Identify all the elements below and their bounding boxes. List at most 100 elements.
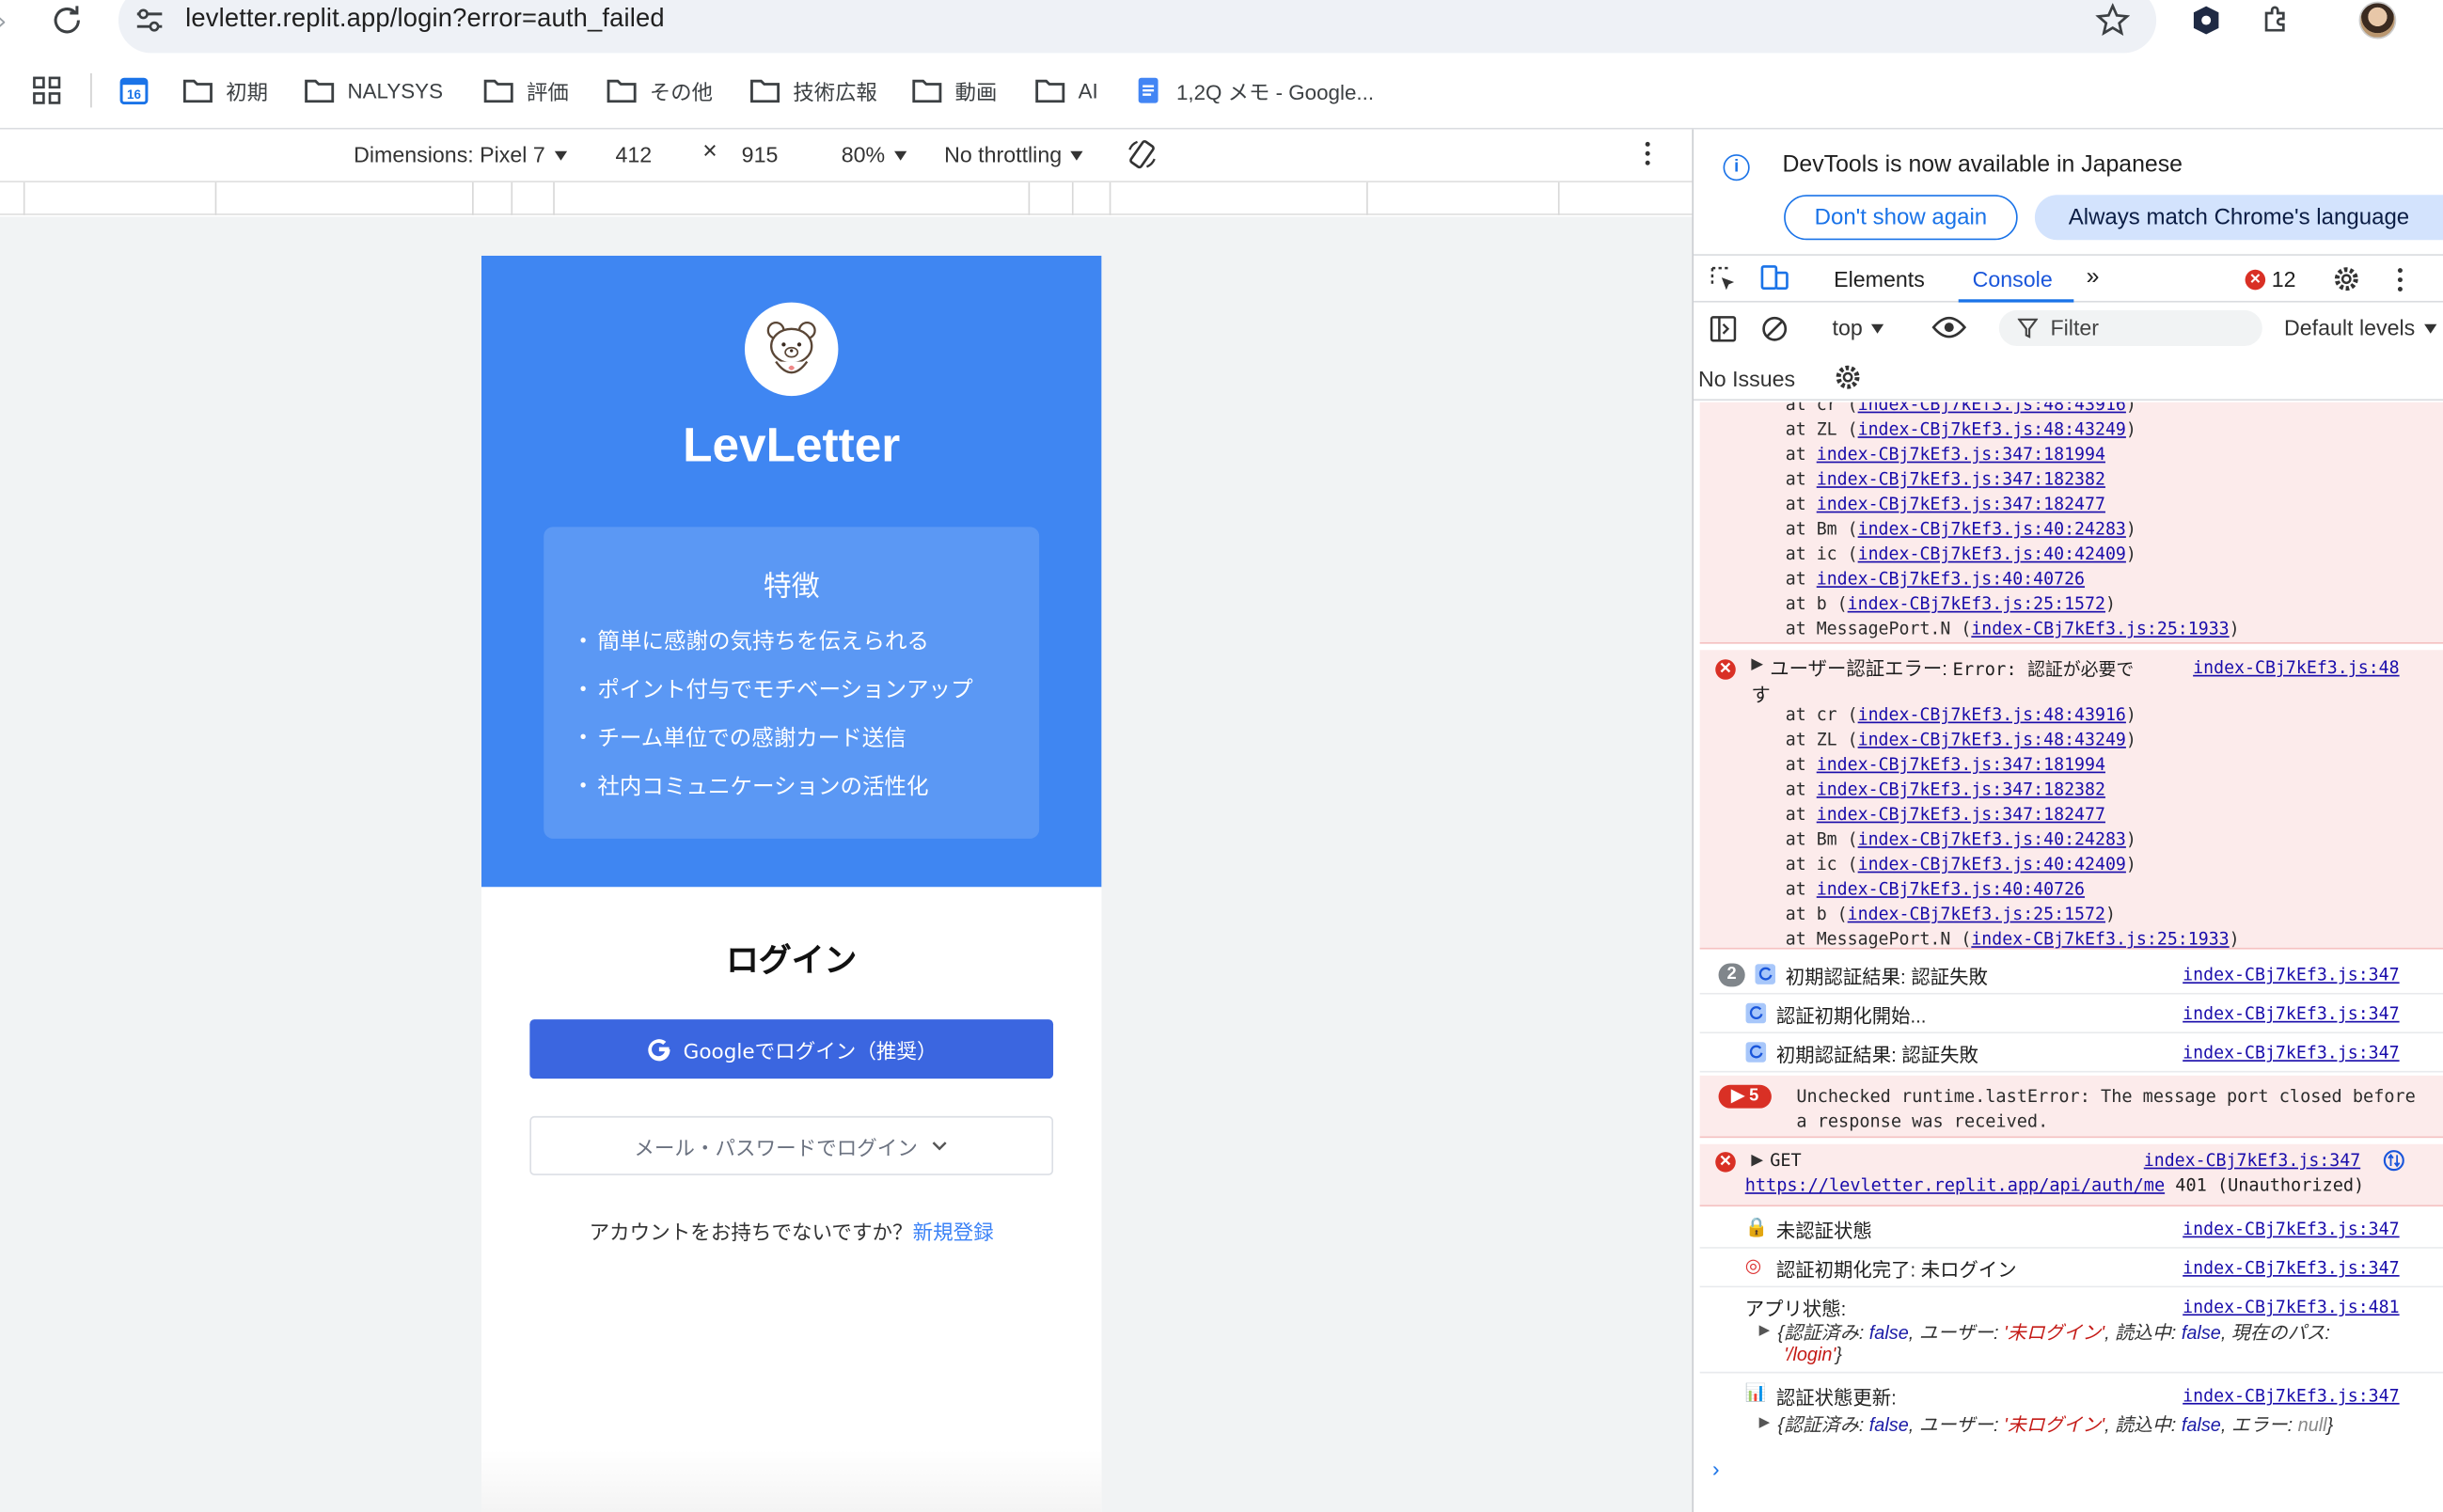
stack-frame-link[interactable]: index-CBj7kEf3.js:347:182382 bbox=[1817, 780, 2105, 800]
bookmark-folder-douga[interactable]: 動画 bbox=[911, 73, 997, 107]
tab-elements[interactable]: Elements bbox=[1834, 266, 1925, 291]
bookmark-folder-sonota[interactable]: その他 bbox=[607, 73, 713, 107]
extensions-puzzle-icon[interactable] bbox=[2259, 3, 2293, 37]
bookmark-label: NALYSYS bbox=[347, 78, 444, 102]
back-icon[interactable]: › bbox=[0, 7, 7, 36]
always-match-language-button[interactable]: Always match Chrome's language bbox=[2034, 195, 2443, 241]
bookmark-folder-nalysys[interactable]: NALYSYS bbox=[304, 73, 443, 107]
width-input[interactable]: 412 bbox=[615, 142, 652, 167]
runtime-error-line[interactable]: Unchecked runtime.lastError: The message… bbox=[1796, 1086, 2415, 1107]
stack-frame-link[interactable]: index-CBj7kEf3.js:25:1572 bbox=[1848, 594, 2105, 615]
source-link[interactable]: index-CBj7kEf3.js:481 bbox=[2183, 1297, 2399, 1317]
device-select[interactable]: Dimensions: Pixel 7 bbox=[354, 142, 568, 166]
sidebar-toggle-icon[interactable] bbox=[1710, 315, 1738, 343]
stack-frame-link[interactable]: index-CBj7kEf3.js:347:182382 bbox=[1817, 469, 2105, 490]
site-info-icon[interactable] bbox=[134, 7, 165, 35]
height-input[interactable]: 915 bbox=[742, 142, 779, 167]
issues-bar: No Issues bbox=[1694, 354, 2443, 402]
stack-frame-link[interactable]: index-CBj7kEf3.js:25:1933 bbox=[1971, 619, 2229, 639]
log-levels-select[interactable]: Default levels bbox=[2284, 315, 2437, 339]
bookmark-folder-hyoka[interactable]: 評価 bbox=[483, 73, 569, 107]
stack-frame-link[interactable]: index-CBj7kEf3.js:48:43916 bbox=[1858, 402, 2126, 415]
more-tabs-icon[interactable]: » bbox=[2087, 263, 2100, 290]
tab-console[interactable]: Console bbox=[1973, 266, 2053, 291]
log-text[interactable]: 認証初期化開始... bbox=[1776, 1000, 1927, 1029]
bookmark-google-docs[interactable]: 1,2Q メモ - Google... bbox=[1133, 73, 1374, 107]
google-login-button[interactable]: Googleでログイン（推奨） bbox=[529, 1019, 1054, 1079]
log-text[interactable]: 初期認証結果: 認証失敗 bbox=[1776, 1040, 1978, 1068]
object-key: 現在のパス bbox=[2230, 1321, 2325, 1344]
stack-frame-link[interactable]: index-CBj7kEf3.js:347:182477 bbox=[1817, 804, 2105, 825]
live-expression-eye-icon[interactable] bbox=[1931, 315, 1966, 340]
request-url[interactable]: https://levletter.replit.app/api/auth/me bbox=[1745, 1175, 2165, 1196]
network-request-icon[interactable] bbox=[2382, 1149, 2405, 1173]
source-link[interactable]: index-CBj7kEf3.js:48 bbox=[2193, 658, 2399, 679]
signup-prompt: アカウントをお持ちでないですか？ bbox=[589, 1221, 913, 1246]
stack-frame-link[interactable]: index-CBj7kEf3.js:40:42409 bbox=[1858, 854, 2126, 874]
source-link[interactable]: index-CBj7kEf3.js:347 bbox=[2183, 1043, 2399, 1063]
stack-frame-link[interactable]: index-CBj7kEf3.js:347:181994 bbox=[1817, 754, 2105, 775]
stack-frame-link[interactable]: index-CBj7kEf3.js:40:40726 bbox=[1817, 879, 2085, 900]
media-query-ruler[interactable] bbox=[0, 181, 1693, 215]
source-link[interactable]: index-CBj7kEf3.js:347 bbox=[2183, 965, 2399, 985]
stack-frame-link[interactable]: index-CBj7kEf3.js:40:40726 bbox=[1817, 569, 2085, 590]
stack-frame: at b (index-CBj7kEf3.js:25:1572) bbox=[1786, 904, 2116, 924]
email-login-button[interactable]: メール・パスワードでログイン bbox=[529, 1115, 1054, 1175]
profile-avatar[interactable] bbox=[2358, 1, 2397, 39]
filter-input[interactable]: Filter bbox=[1998, 309, 2262, 347]
extension-shield-icon[interactable] bbox=[2191, 5, 2222, 36]
stack-frame-link[interactable]: index-CBj7kEf3.js:40:42409 bbox=[1858, 544, 2126, 565]
source-link[interactable]: index-CBj7kEf3.js:347 bbox=[2183, 1258, 2399, 1279]
object-preview[interactable]: {認証済み: false, ユーザー: '未ログイン', 読込中: false,… bbox=[1778, 1410, 2334, 1437]
context-select[interactable]: top bbox=[1832, 314, 1884, 340]
bookmark-calendar[interactable]: 16 bbox=[118, 73, 150, 107]
stack-frame-link[interactable]: index-CBj7kEf3.js:40:24283 bbox=[1858, 829, 2126, 850]
expand-triangle-icon[interactable]: ▶ bbox=[1751, 656, 1763, 673]
source-link[interactable]: index-CBj7kEf3.js:347 bbox=[2183, 1004, 2399, 1025]
devtools-menu-icon[interactable] bbox=[2397, 268, 2403, 291]
stack-frame-link[interactable]: index-CBj7kEf3.js:48:43916 bbox=[1858, 704, 2126, 725]
stack-frame-link[interactable]: index-CBj7kEf3.js:25:1572 bbox=[1848, 904, 2105, 924]
stack-frame-link[interactable]: index-CBj7kEf3.js:347:181994 bbox=[1817, 444, 2105, 465]
error-text[interactable]: ユーザー認証エラー: Error: 認証が必要で bbox=[1770, 654, 2134, 682]
log-text[interactable]: アプリ状態: bbox=[1745, 1294, 1847, 1322]
inspect-element-icon[interactable] bbox=[1710, 265, 1738, 293]
stack-frame-link[interactable]: index-CBj7kEf3.js:48:43249 bbox=[1858, 730, 2126, 750]
log-text[interactable]: 未認証状態 bbox=[1776, 1216, 1872, 1244]
signup-link[interactable]: 新規登録 bbox=[913, 1222, 994, 1246]
more-options-icon[interactable] bbox=[1645, 141, 1652, 167]
bookmark-folder-ai[interactable]: AI bbox=[1034, 73, 1098, 107]
dont-show-again-button[interactable]: Don't show again bbox=[1784, 195, 2018, 241]
url-text[interactable]: levletter.replit.app/login?error=auth_fa… bbox=[185, 5, 665, 34]
expand-triangle-icon[interactable]: ▶ bbox=[1759, 1414, 1770, 1431]
bookmark-folder-gijutsu[interactable]: 技術広報 bbox=[749, 73, 877, 107]
source-link[interactable]: index-CBj7kEf3.js:347 bbox=[2183, 1386, 2399, 1407]
reload-icon[interactable] bbox=[50, 3, 84, 37]
log-text[interactable]: 初期認証結果: 認証失敗 bbox=[1786, 962, 1988, 990]
log-text[interactable]: 認証初期化完了: 未ログイン bbox=[1776, 1254, 2017, 1283]
zoom-select[interactable]: 80% bbox=[842, 142, 907, 166]
expand-triangle-icon[interactable]: ▶ bbox=[1751, 1152, 1763, 1169]
log-text[interactable]: 認証状態更新: bbox=[1776, 1382, 1897, 1410]
stack-frame-link[interactable]: index-CBj7kEf3.js:48:43249 bbox=[1858, 419, 2126, 440]
device-toolbar-toggle-icon[interactable] bbox=[1759, 263, 1790, 291]
stack-frame-link[interactable]: index-CBj7kEf3.js:347:182477 bbox=[1817, 495, 2105, 515]
bookmark-folder-shoki[interactable]: 初期 bbox=[182, 73, 268, 107]
stack-frame-link[interactable]: index-CBj7kEf3.js:25:1933 bbox=[1971, 929, 2229, 950]
source-link[interactable]: index-CBj7kEf3.js:347 bbox=[2144, 1150, 2360, 1171]
expand-triangle-icon[interactable]: ▶ bbox=[1759, 1322, 1770, 1339]
error-counter[interactable]: ✕ 12 bbox=[2245, 266, 2296, 291]
console-settings-gear-icon[interactable] bbox=[1834, 363, 1862, 391]
bookmark-star-icon[interactable] bbox=[2095, 3, 2130, 37]
source-link[interactable]: index-CBj7kEf3.js:347 bbox=[2183, 1219, 2399, 1239]
settings-gear-icon[interactable] bbox=[2332, 265, 2360, 293]
context-label: top bbox=[1832, 314, 1863, 340]
stack-frame-link[interactable]: index-CBj7kEf3.js:40:24283 bbox=[1858, 519, 2126, 540]
clear-console-icon[interactable] bbox=[1760, 315, 1789, 343]
object-preview[interactable]: {認証済み: false, ユーザー: '未ログイン', 読込中: false,… bbox=[1778, 1318, 2330, 1345]
no-issues-label[interactable]: No Issues bbox=[1698, 367, 1795, 392]
rotate-icon[interactable] bbox=[1125, 137, 1158, 171]
console-prompt[interactable]: › bbox=[1712, 1456, 1720, 1481]
apps-grid-icon[interactable] bbox=[33, 76, 61, 104]
throttling-select[interactable]: No throttling bbox=[944, 142, 1084, 166]
